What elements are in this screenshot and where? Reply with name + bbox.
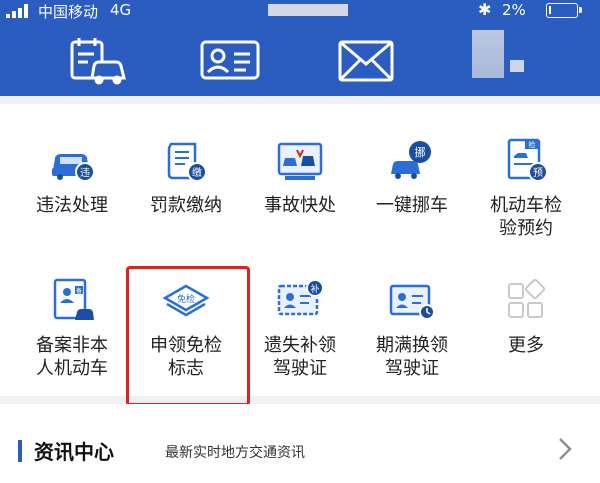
svg-text:缴: 缴 <box>192 166 202 179</box>
battery-icon <box>546 3 582 18</box>
car-accident-icon <box>277 142 323 180</box>
service-license-renewal[interactable]: 期满换领 驾驶证 <box>356 276 468 406</box>
section-accent-bar <box>18 440 22 462</box>
battery-percent: 2% <box>502 1 526 19</box>
service-fine-payment[interactable]: 缴 罚款缴纳 <box>130 136 242 266</box>
service-more[interactable]: 更多 <box>470 276 582 406</box>
svg-text:补: 补 <box>310 283 319 295</box>
network-type: 4G <box>110 1 132 19</box>
service-label: 事故快处 <box>264 195 336 216</box>
news-subtitle: 最新实时地方交通资讯 <box>165 445 305 461</box>
license-renewal-icon <box>389 284 435 320</box>
bluetooth-icon: ✱ <box>478 0 492 19</box>
scroll-payment-icon: 缴 <box>167 142 207 182</box>
service-label: 罚款缴纳 <box>150 195 222 216</box>
blurred-avatar <box>472 30 504 78</box>
svg-text:检: 检 <box>529 140 536 149</box>
vehicle-record-icon <box>70 38 126 85</box>
svg-text:挪: 挪 <box>415 145 426 159</box>
service-license-reissue[interactable]: 补 遗失补领 驾驶证 <box>244 276 356 406</box>
service-move-car[interactable]: 挪 一键挪车 <box>356 136 468 266</box>
carrier-name: 中国移动 <box>38 3 99 21</box>
service-label: 更多 <box>508 335 544 356</box>
id-card-icon <box>200 40 260 80</box>
service-label: 期满换领 驾驶证 <box>376 335 448 379</box>
move-car-icon: 挪 <box>391 141 431 179</box>
service-label: 遗失补领 驾驶证 <box>264 335 336 379</box>
car-violation-icon: 违 <box>52 154 95 182</box>
service-violation[interactable]: 违 违法处理 <box>16 136 128 266</box>
signal-icon <box>6 4 32 18</box>
service-register-vehicle[interactable]: 备 备案非本 人机动车 <box>16 276 128 406</box>
blurred-region <box>510 60 524 72</box>
mail-button[interactable] <box>334 34 398 86</box>
service-label: 一键挪车 <box>376 195 448 216</box>
vehicle-record-button[interactable] <box>66 34 130 86</box>
inspection-doc-icon: 检 预 <box>507 138 548 182</box>
service-inspection-booking[interactable]: 检 预 机动车检 验预约 <box>470 136 582 266</box>
chevron-right-icon[interactable] <box>556 434 574 464</box>
news-section[interactable]: 资讯中心 最新实时地方交通资讯 <box>0 404 600 483</box>
app-header: 中国移动 4G ✱ 2% <box>0 0 600 96</box>
register-vehicle-icon: 备 <box>53 278 94 320</box>
svg-text:预: 预 <box>533 167 543 179</box>
license-reissue-icon: 补 <box>277 279 324 316</box>
mail-icon <box>338 40 394 82</box>
svg-text:违: 违 <box>80 167 90 179</box>
service-label: 机动车检 验预约 <box>490 195 562 239</box>
service-accident[interactable]: 事故快处 <box>244 136 356 266</box>
svg-text:备: 备 <box>76 287 82 295</box>
more-grid-icon <box>508 278 546 318</box>
highlight-annotation <box>126 266 250 406</box>
id-card-button[interactable] <box>198 34 262 86</box>
blurred-region <box>268 4 348 16</box>
service-grid: 违 违法处理 缴 罚款缴纳 事故快处 挪 一键挪车 检 预 机动车检 验预约 备… <box>0 104 600 396</box>
service-label: 违法处理 <box>36 195 108 216</box>
news-title: 资讯中心 <box>34 440 114 464</box>
service-label: 备案非本 人机动车 <box>36 335 108 379</box>
